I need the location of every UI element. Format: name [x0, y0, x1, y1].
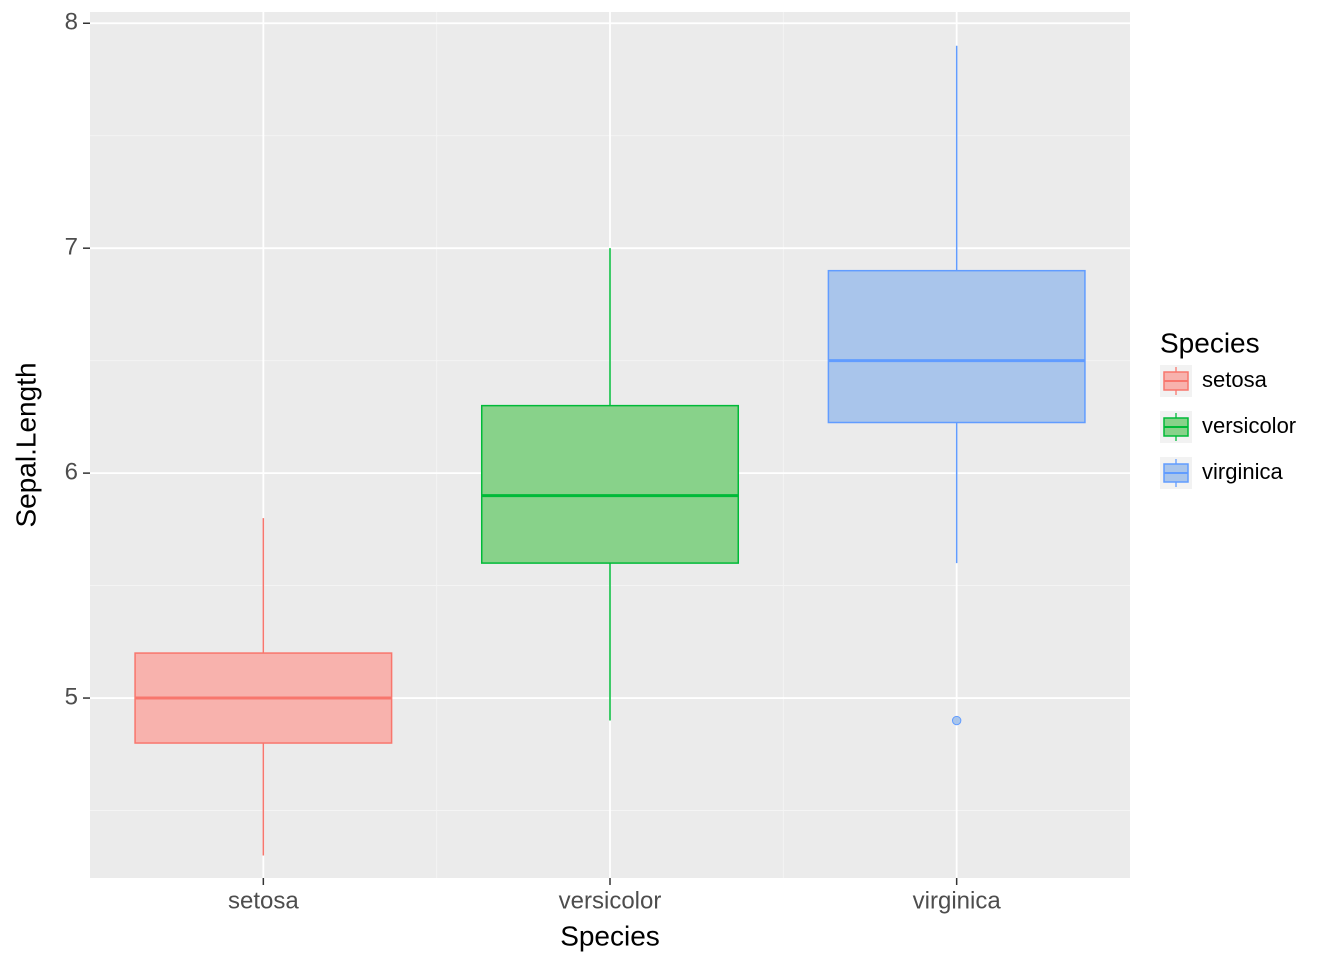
x-tick-label: versicolor	[559, 887, 662, 914]
y-tick-label: 6	[65, 458, 78, 485]
x-tick-label: setosa	[228, 887, 299, 914]
x-axis-title: Species	[560, 920, 660, 951]
legend-label: setosa	[1202, 367, 1268, 392]
legend: Species setosa versicolor virginica	[1160, 327, 1296, 489]
y-tick-label: 5	[65, 683, 78, 710]
legend-item: setosa	[1160, 365, 1268, 397]
y-tick-label: 7	[65, 234, 78, 261]
y-tick-label: 8	[65, 9, 78, 36]
y-axis-title: Sepal.Length	[10, 362, 41, 527]
boxplot-chart: 5 6 7 8 setosa versicolor virginica Sepal.Lengt…	[0, 0, 1344, 960]
x-tick-label: virginica	[913, 887, 1002, 914]
legend-item: virginica	[1160, 457, 1283, 489]
legend-label: versicolor	[1202, 413, 1296, 438]
legend-title: Species	[1160, 327, 1260, 358]
legend-item: versicolor	[1160, 411, 1296, 443]
legend-label: virginica	[1202, 459, 1283, 484]
